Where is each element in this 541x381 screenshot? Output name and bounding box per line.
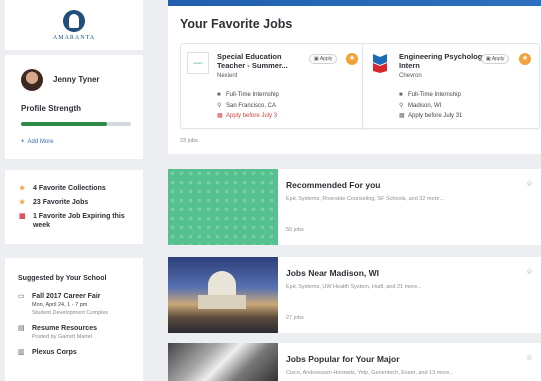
stat-label: 23 Favorite Jobs	[33, 199, 89, 206]
location-pin-icon: ⚲	[217, 103, 222, 109]
job-location-label: San Francisco, CA	[226, 102, 277, 109]
list-card-popular-major[interactable]: Jobs Popular for Your Major Cisco, Andre…	[168, 343, 541, 381]
favorite-jobs-title: Your Favorite Jobs	[180, 17, 293, 31]
suggested-title: Suggested by Your School	[18, 275, 107, 282]
list-title[interactable]: Recommended For you	[286, 180, 380, 190]
job-location: ⚲ San Francisco, CA	[217, 102, 277, 110]
job-type: ■ Full-Time Internship	[399, 92, 461, 98]
avatar[interactable]	[21, 69, 43, 91]
list-title[interactable]: Jobs Near Madison, WI	[286, 268, 379, 278]
job-deadline-label: Apply before July 31	[408, 112, 463, 119]
calendar-icon: ▭	[18, 293, 25, 300]
chevron-logo-icon	[373, 54, 387, 73]
job-deadline-label: Apply before July 3	[226, 112, 278, 119]
suggested-card: Suggested by Your School ▭ Fall 2017 Car…	[5, 258, 143, 381]
school-card: AMARANTA	[5, 0, 143, 50]
job-deadline: ▦ Apply before July 3	[217, 112, 278, 120]
stat-favorite-collections[interactable]: ★ 4 Favorite Collections	[19, 184, 143, 193]
calendar-icon: ▦	[217, 113, 223, 119]
suggested-item-title: Resume Resources	[32, 325, 97, 332]
stat-label: 1 Favorite Job Expiring this week	[32, 213, 125, 229]
suggested-item-resume[interactable]: ▤ Resume Resources Posted by Garrett Mar…	[18, 324, 143, 341]
favorite-star-icon[interactable]: ★	[346, 53, 358, 65]
star-icon: ★	[19, 199, 26, 206]
profile-strength-label: Profile Strength	[21, 104, 82, 113]
list-thumbnail	[168, 343, 278, 381]
list-subtitle: Epic Systems, Riverside Counseling, SF S…	[286, 196, 445, 202]
profile-card: Jenny Tyner Profile Strength + Add More	[5, 55, 143, 159]
job-company: Chevron	[399, 73, 422, 79]
suggested-item-title: Plexus Corps	[32, 349, 77, 356]
job-title[interactable]: Special Education Teacher - Summer...	[217, 52, 307, 70]
suggested-item-date: Mon, April 24, 1 - 7 pm	[32, 302, 88, 308]
job-card[interactable]: nexient Special Education Teacher - Summ…	[180, 43, 366, 129]
suggested-item-location: Student Development Complex	[32, 310, 109, 316]
star-outline-icon[interactable]: ☆	[526, 179, 533, 188]
document-icon: ▤	[18, 325, 25, 332]
briefcase-icon: ■	[217, 92, 221, 98]
suggested-item-plexus[interactable]: ▥ Plexus Corps	[18, 348, 143, 357]
suggested-item-career-fair[interactable]: ▭ Fall 2017 Career Fair Mon, April 24, 1…	[18, 292, 143, 317]
stat-favorite-jobs[interactable]: ★ 23 Favorite Jobs	[19, 198, 143, 207]
star-outline-icon[interactable]: ☆	[526, 353, 533, 362]
briefcase-icon: ■	[399, 92, 403, 98]
job-type: ■ Full-Time Internship	[217, 92, 279, 98]
favorite-star-icon[interactable]: ★	[519, 53, 531, 65]
apply-button[interactable]: ▣ Apply	[309, 54, 338, 64]
location-pin-icon: ⚲	[399, 103, 404, 109]
apply-button[interactable]: ▣ Apply	[481, 54, 510, 64]
favorite-jobs-card: Your Favorite Jobs nexient Special Educa…	[168, 0, 541, 154]
job-type-label: Full-Time Internship	[408, 92, 461, 98]
apply-label: Apply	[491, 56, 505, 62]
accent-bar	[168, 0, 541, 6]
favorite-jobs-count: 23 jobs	[180, 138, 198, 144]
list-count: 27 jobs	[286, 315, 304, 321]
list-card-recommended[interactable]: Recommended For you Epic Systems, Rivers…	[168, 169, 541, 245]
chevron-logo	[369, 52, 391, 74]
building-icon: ▥	[18, 349, 25, 356]
profile-strength-bar	[21, 122, 131, 126]
add-more-link[interactable]: + Add More	[21, 139, 54, 145]
suggested-item-title: Fall 2017 Career Fair	[32, 293, 101, 300]
suggested-item-author: Posted by Garrett Martel	[32, 334, 92, 340]
school-logo[interactable]	[63, 9, 85, 32]
job-title[interactable]: Engineering Psychology Intern	[399, 52, 489, 70]
profile-strength-fill	[21, 122, 107, 126]
calendar-icon: ▦	[399, 113, 405, 119]
plus-icon: +	[21, 139, 25, 145]
list-count: 50 jobs	[286, 227, 304, 233]
job-deadline: ▦ Apply before July 31	[399, 112, 463, 120]
add-more-label: Add More	[27, 139, 54, 145]
favorites-summary-card: ★ 4 Favorite Collections ★ 23 Favorite J…	[5, 170, 143, 244]
job-company: Nexient	[217, 73, 238, 79]
job-location: ⚲ Madison, WI	[399, 102, 442, 110]
list-subtitle: Cisco, Andreessen Horowitz, Yelp, Genent…	[286, 370, 454, 376]
list-subtitle: Epic Systems, UW Health System, Hudl, an…	[286, 284, 422, 290]
list-thumbnail	[168, 257, 278, 333]
stat-label: 4 Favorite Collections	[33, 185, 106, 192]
capitol-dome-shape	[208, 271, 236, 297]
job-type-label: Full-Time Internship	[226, 92, 279, 98]
list-card-near-madison[interactable]: Jobs Near Madison, WI Epic Systems, UW H…	[168, 257, 541, 333]
stat-expiring-jobs[interactable]: ▦ 1 Favorite Job Expiring this week	[19, 212, 143, 230]
list-thumbnail	[168, 169, 278, 245]
capitol-base-shape	[198, 295, 246, 309]
company-logo: nexient	[187, 52, 209, 74]
star-outline-icon[interactable]: ☆	[526, 267, 533, 276]
calendar-icon: ▦	[19, 213, 26, 220]
list-title[interactable]: Jobs Popular for Your Major	[286, 354, 400, 364]
job-location-label: Madison, WI	[408, 102, 442, 109]
star-icon: ★	[19, 185, 26, 192]
user-name[interactable]: Jenny Tyner	[53, 75, 100, 84]
job-card[interactable]: Engineering Psychology Intern Chevron ▣ …	[362, 43, 540, 129]
school-name: AMARANTA	[52, 34, 96, 41]
apply-label: Apply	[319, 56, 333, 62]
